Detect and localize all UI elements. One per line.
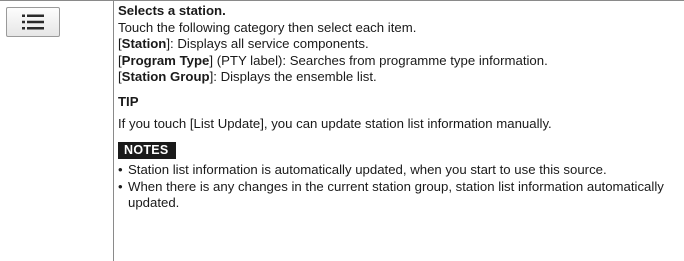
description-cell: Selects a station. Touch the following c… [118, 3, 678, 212]
category-item-station-group: [Station Group]: Displays the ensemble l… [118, 69, 377, 85]
category-term: Station [121, 36, 167, 52]
category-term: Program Type [121, 52, 210, 68]
note-item: Station list information is automaticall… [118, 162, 678, 179]
notes-badge: NOTES [118, 142, 176, 160]
tip-heading: TIP [118, 93, 139, 109]
notes-list: Station list information is automaticall… [118, 162, 678, 212]
tip-text: If you touch [List Update], you can upda… [118, 115, 552, 131]
table-column-divider [113, 0, 114, 261]
category-desc: (PTY label): Searches from programme typ… [213, 52, 548, 68]
list-icon [22, 14, 44, 30]
list-button[interactable] [6, 7, 60, 37]
category-item-program-type: [Program Type] (PTY label): Searches fro… [118, 52, 548, 68]
intro-text: Touch the following category then select… [118, 19, 417, 35]
category-desc: : Displays the ensemble list. [213, 69, 377, 85]
category-item-station: [Station]: Displays all service componen… [118, 36, 369, 52]
section-heading: Selects a station. [118, 3, 226, 18]
table-top-border [0, 0, 684, 1]
category-term: Station Group [121, 69, 210, 85]
instruction-table: Selects a station. Touch the following c… [0, 0, 684, 261]
category-desc: : Displays all service components. [170, 36, 369, 52]
note-item: When there is any changes in the current… [118, 179, 678, 212]
